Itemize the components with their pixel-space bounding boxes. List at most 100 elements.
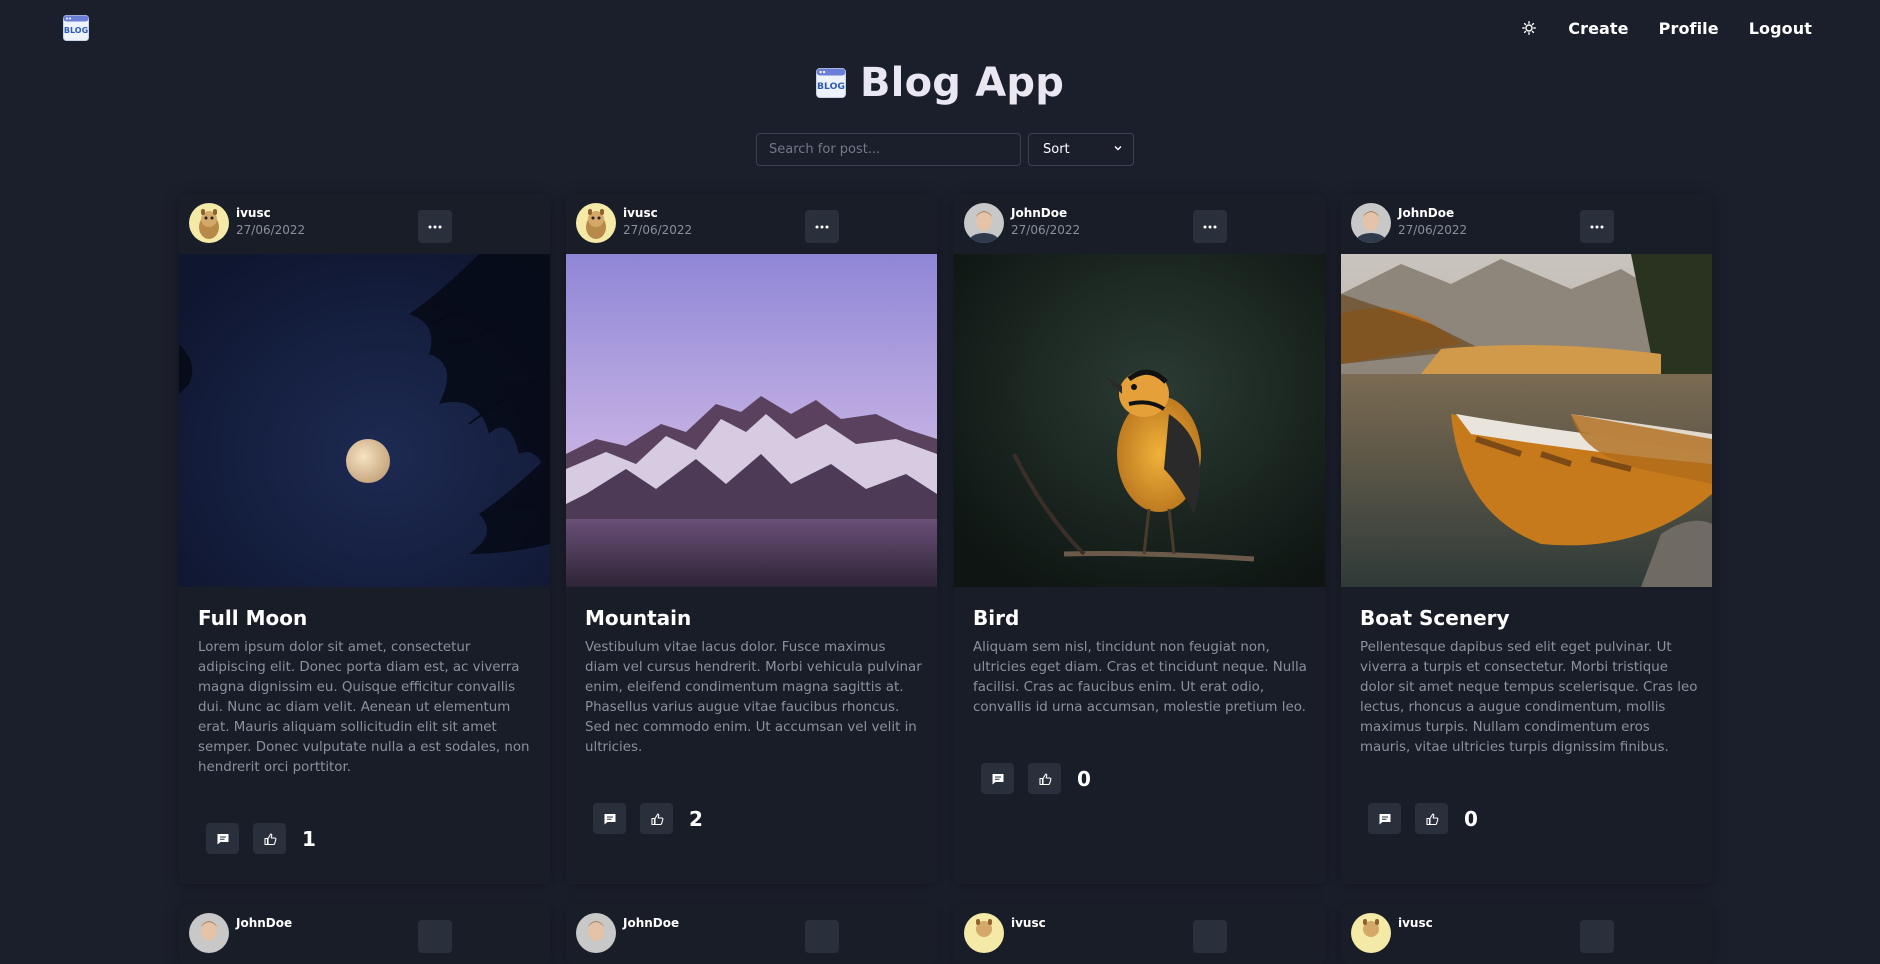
more-options-button[interactable] [418,210,452,243]
search-sort-bar: Sort [756,133,1134,166]
sort-select[interactable]: Sort [1028,133,1134,166]
post-body: Lorem ipsum dolor sit amet, consectetur … [198,640,530,775]
thumbs-up-icon [1425,812,1438,825]
post-card[interactable]: ivusc [1341,904,1712,964]
post-author[interactable]: ivusc [236,206,271,220]
like-count: 0 [1077,766,1091,791]
post-image-boat-scenery[interactable] [1341,254,1712,587]
more-options-button[interactable] [1193,920,1227,953]
post-date: 27/06/2022 [236,223,306,237]
avatar [189,203,229,243]
avatar [1351,913,1391,953]
post-card-header: ivusc [1341,904,1712,964]
like-count: 2 [689,806,703,831]
nav-profile-link[interactable]: Profile [1659,19,1719,38]
sort-label: Sort [1043,142,1070,157]
post-card[interactable]: ivusc 27/06/2022 [179,194,550,884]
more-options-button[interactable] [1580,920,1614,953]
post-card-header: ivusc 27/06/2022 [566,194,937,254]
post-card[interactable]: ivusc 27/06/2022 [566,194,937,884]
post-title[interactable]: Bird [973,606,1019,630]
avatar [189,913,229,953]
svg-text:BLOG: BLOG [817,81,845,92]
post-author[interactable]: JohnDoe [623,916,679,930]
comment-icon [1379,813,1390,824]
post-card-header: JohnDoe 27/06/2022 [1341,194,1712,254]
post-author[interactable]: JohnDoe [236,916,292,930]
search-input[interactable] [756,133,1021,166]
post-image-full-moon[interactable] [179,254,550,587]
ellipsis-icon [815,225,829,228]
page-header: BLOG Blog App [0,58,1880,108]
post-card[interactable]: JohnDoe [566,904,937,964]
like-button[interactable] [253,823,286,854]
post-image-bird[interactable] [954,254,1325,587]
post-card-header: ivusc [954,904,1325,964]
post-actions: 2 [593,803,703,834]
post-body: Aliquam sem nisl, tincidunt non feugiat … [973,640,1307,715]
post-author[interactable]: ivusc [1011,916,1046,930]
post-date: 27/06/2022 [1011,223,1081,237]
chevron-down-icon [1113,142,1123,157]
comment-icon [992,773,1003,784]
post-body: Pellentesque dapibus sed elit eget pulvi… [1360,640,1698,755]
more-options-button[interactable] [805,920,839,953]
avatar [964,203,1004,243]
post-card[interactable]: ivusc [954,904,1325,964]
post-title[interactable]: Full Moon [198,606,307,630]
thumbs-up-icon [650,812,663,825]
post-author[interactable]: ivusc [623,206,658,220]
comment-button[interactable] [593,803,626,834]
post-card[interactable]: JohnDoe 27/06/2022 [954,194,1325,884]
blog-logo-icon: BLOG [815,68,846,98]
post-author[interactable]: JohnDoe [1398,206,1454,220]
comment-icon [604,813,615,824]
more-options-button[interactable] [1580,210,1614,243]
avatar [964,913,1004,953]
like-button[interactable] [640,803,673,834]
blog-logo-icon[interactable]: BLOG [63,15,89,41]
comment-button[interactable] [981,763,1014,794]
nav-create-link[interactable]: Create [1568,19,1628,38]
post-body: Vestibulum vitae lacus dolor. Fusce maxi… [585,640,922,755]
top-navbar: BLOG Create Profile Logout [0,0,1880,56]
like-count: 0 [1464,806,1478,831]
post-image-mountain[interactable] [566,254,937,587]
avatar [576,203,616,243]
ellipsis-icon [1590,225,1604,228]
comment-icon [217,833,228,844]
page-title: Blog App [859,60,1065,106]
avatar [1351,203,1391,243]
more-options-button[interactable] [418,920,452,953]
post-card[interactable]: JohnDoe 27/06/2022 [1341,194,1712,884]
avatar [576,913,616,953]
post-card-header: JohnDoe 27/06/2022 [954,194,1325,254]
post-author[interactable]: ivusc [1398,916,1433,930]
ellipsis-icon [1203,225,1217,228]
nav-logout-link[interactable]: Logout [1749,19,1812,38]
more-options-button[interactable] [1193,210,1227,243]
ellipsis-icon [428,225,442,228]
post-date: 27/06/2022 [623,223,693,237]
comment-button[interactable] [1368,803,1401,834]
more-options-button[interactable] [805,210,839,243]
like-button[interactable] [1028,763,1061,794]
like-button[interactable] [1415,803,1448,834]
thumbs-up-icon [263,832,276,845]
comment-button[interactable] [206,823,239,854]
post-actions: 0 [1368,803,1478,834]
post-title[interactable]: Mountain [585,606,691,630]
svg-text:BLOG: BLOG [64,26,88,35]
post-author[interactable]: JohnDoe [1011,206,1067,220]
thumbs-up-icon [1038,772,1051,785]
like-count: 1 [302,826,316,851]
theme-toggle-sun-icon[interactable] [1520,19,1538,37]
post-date: 27/06/2022 [1398,223,1468,237]
post-card[interactable]: JohnDoe [179,904,550,964]
post-actions: 1 [206,823,316,854]
post-actions: 0 [981,763,1091,794]
post-card-header: ivusc 27/06/2022 [179,194,550,254]
post-title[interactable]: Boat Scenery [1360,606,1510,630]
post-card-header: JohnDoe [179,904,550,964]
post-card-header: JohnDoe [566,904,937,964]
